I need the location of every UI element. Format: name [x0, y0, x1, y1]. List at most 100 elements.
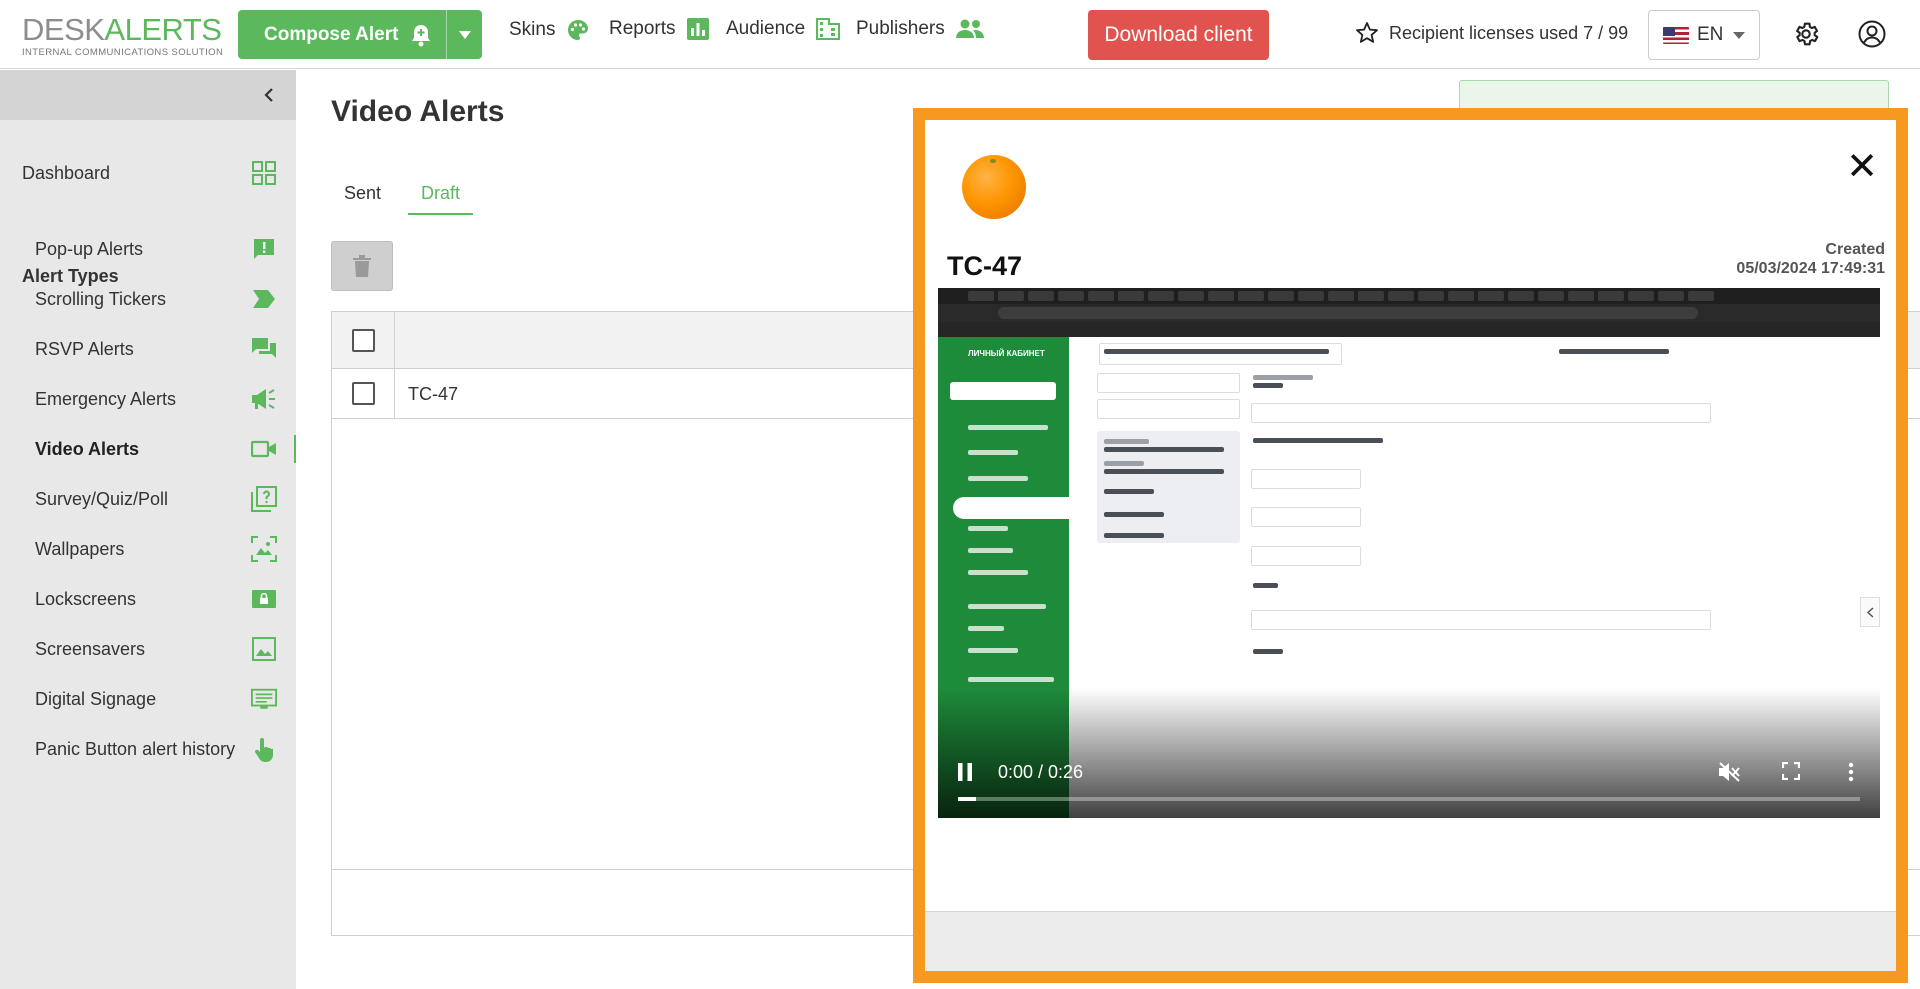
- sidebar-item-label: Emergency Alerts: [35, 388, 177, 409]
- desk-alerts-logo[interactable]: DESKALERTS INTERNAL COMMUNICATIONS SOLUT…: [22, 12, 224, 59]
- compose-alert-dropdown[interactable]: [446, 10, 482, 59]
- video-browser-tabs: [938, 288, 1880, 304]
- sidebar-item-emergency-alerts[interactable]: Emergency Alerts: [0, 379, 296, 419]
- sidebar-item-dashboard[interactable]: Dashboard: [0, 153, 296, 193]
- image-icon: [251, 636, 277, 662]
- nav-reports[interactable]: Reports: [609, 18, 709, 40]
- tab-sent[interactable]: Sent: [331, 178, 394, 215]
- sidebar-item-video-alerts[interactable]: Video Alerts: [0, 429, 296, 469]
- sidebar-item-label: Screensavers: [35, 638, 146, 659]
- sidebar-item-lockscreens[interactable]: Lockscreens: [0, 579, 296, 619]
- people-icon: [955, 19, 984, 38]
- sidebar-item-label: Lockscreens: [35, 588, 137, 609]
- language-value: EN: [1697, 24, 1724, 45]
- bar-chart-icon: [686, 18, 709, 40]
- sidebar-collapse-button[interactable]: [0, 70, 296, 120]
- video-frame-chevron: [1860, 597, 1880, 627]
- nav-publishers-label: Publishers: [856, 18, 945, 39]
- video-progress-bar[interactable]: [958, 797, 1860, 801]
- caret-down-icon: [458, 30, 471, 39]
- licenses-label: Recipient licenses used 7 / 99: [1389, 22, 1629, 43]
- video-time: 0:00 / 0:26: [998, 762, 1084, 782]
- video-controls: 0:00 / 0:26: [938, 738, 1880, 818]
- video-frame-side-title: ЛИЧНЫЙ КАБИНЕТ: [968, 349, 1045, 358]
- compose-alert-button[interactable]: Compose Alert: [238, 10, 482, 59]
- sidebar-item-label: Pop-up Alerts: [35, 238, 144, 259]
- kebab-menu-icon: [1848, 762, 1854, 782]
- alert-status-tabs: Sent Draft: [331, 178, 487, 215]
- fullscreen-button[interactable]: [1781, 761, 1801, 785]
- sidebar-item-label: Panic Button alert history: [35, 738, 236, 759]
- created-info: Created 05/03/2024 17:49:31: [1736, 240, 1885, 278]
- sidebar-item-popup-alerts[interactable]: Pop-up Alerts: [0, 229, 296, 269]
- nav-reports-label: Reports: [609, 18, 676, 39]
- chat-bubbles-icon: [251, 336, 277, 362]
- video-player[interactable]: ЛИЧНЫЙ КАБИНЕТ 0:00 / 0:26: [938, 288, 1880, 818]
- nav-audience-label: Audience: [726, 18, 806, 39]
- sidebar-item-rsvp-alerts[interactable]: RSVP Alerts: [0, 329, 296, 369]
- mute-button[interactable]: [1718, 762, 1740, 787]
- tab-draft[interactable]: Draft: [408, 178, 474, 215]
- download-client-button[interactable]: Download client: [1088, 10, 1269, 60]
- logo-desk-text: DESK: [22, 12, 105, 47]
- logo-subtitle: INTERNAL COMMUNICATIONS SOLUTION: [22, 47, 224, 58]
- alert-name-cell[interactable]: TC-47: [408, 384, 458, 405]
- compose-alert-main[interactable]: Compose Alert: [238, 10, 446, 59]
- ticker-tag-icon: [251, 286, 277, 312]
- exclamation-chat-icon: [251, 236, 277, 262]
- sidebar-item-digital-signage[interactable]: Digital Signage: [0, 679, 296, 719]
- sidebar-item-scrolling-tickers[interactable]: Scrolling Tickers: [0, 279, 296, 319]
- wallpaper-icon: [251, 536, 277, 562]
- sidebar-item-wallpapers[interactable]: Wallpapers: [0, 529, 296, 569]
- lock-screen-icon: [251, 586, 277, 612]
- nav-audience[interactable]: Audience: [726, 18, 841, 40]
- created-timestamp: 05/03/2024 17:49:31: [1736, 260, 1885, 277]
- volume-muted-icon: [1719, 762, 1740, 782]
- alert-preview-modal: ✕ TC-47 Created 05/03/2024 17:49:31 ЛИЧН…: [913, 108, 1908, 983]
- language-select[interactable]: EN: [1648, 10, 1760, 60]
- created-label: Created: [1825, 241, 1885, 258]
- page-title: Video Alerts: [331, 95, 505, 128]
- nav-skins[interactable]: Skins: [509, 18, 590, 42]
- top-bar: DESKALERTS INTERNAL COMMUNICATIONS SOLUT…: [0, 0, 1920, 69]
- logo-alerts-text: ALERTS: [104, 12, 222, 47]
- video-camera-icon: [251, 436, 277, 462]
- recipient-licenses: Recipient licenses used 7 / 99: [1355, 21, 1628, 45]
- compose-alert-label: Compose Alert: [264, 23, 399, 45]
- pause-button[interactable]: [958, 763, 972, 786]
- modal-footer: [925, 911, 1896, 971]
- sidebar-item-label: Survey/Quiz/Poll: [35, 488, 169, 509]
- nav-publishers[interactable]: Publishers: [856, 18, 984, 40]
- user-circle-icon: [1858, 20, 1886, 48]
- palette-icon: [568, 20, 589, 40]
- sidebar-item-label: Wallpapers: [35, 538, 125, 559]
- sidebar-item-screensavers[interactable]: Screensavers: [0, 629, 296, 669]
- sidebar-item-label: Video Alerts: [35, 438, 140, 459]
- select-all-checkbox[interactable]: [352, 329, 375, 352]
- column-divider: [394, 369, 395, 418]
- dashboard-grid-icon: [251, 160, 277, 186]
- more-options-button[interactable]: [1848, 762, 1854, 787]
- chevron-left-icon: [264, 88, 273, 102]
- display-icon: [251, 686, 277, 712]
- delete-button[interactable]: [331, 241, 393, 291]
- fullscreen-icon: [1781, 761, 1801, 781]
- settings-button[interactable]: [1792, 20, 1820, 53]
- video-browser-bookmarks: [938, 322, 1880, 337]
- column-divider: [394, 312, 395, 368]
- close-icon[interactable]: ✕: [1846, 148, 1878, 186]
- sidebar-item-label: Digital Signage: [35, 688, 157, 709]
- video-browser-urlbar: [938, 304, 1880, 322]
- video-progress-fill: [958, 797, 977, 801]
- chevron-down-icon: [1733, 31, 1746, 39]
- question-cards-icon: [251, 486, 277, 512]
- trash-icon: [353, 255, 371, 277]
- sidebar: Dashboard Alert Types Pop-up Alerts Scro…: [0, 70, 296, 989]
- sidebar-item-survey-quiz-poll[interactable]: Survey/Quiz/Poll: [0, 479, 296, 519]
- account-button[interactable]: [1858, 20, 1886, 53]
- modal-title: TC-47: [947, 251, 1023, 281]
- sidebar-item-panic-button-history[interactable]: Panic Button alert history: [0, 729, 296, 769]
- row-checkbox[interactable]: [352, 382, 375, 405]
- sidebar-item-label: RSVP Alerts: [35, 338, 134, 359]
- gear-icon: [1796, 22, 1819, 46]
